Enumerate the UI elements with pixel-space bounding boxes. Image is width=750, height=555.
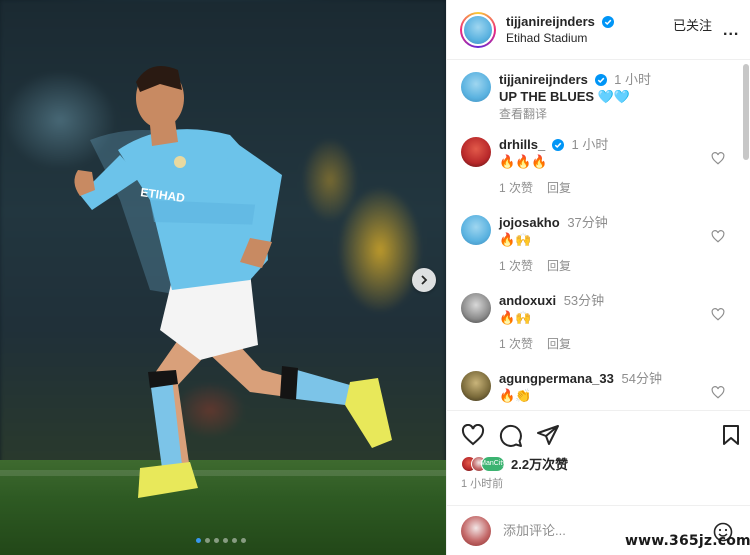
comment-text: 🔥🔥🔥 — [499, 154, 548, 169]
following-button[interactable]: 已关注 — [673, 15, 712, 34]
comment-username[interactable]: jojosakho — [499, 215, 560, 230]
caption-text: UP THE BLUES 🩵🩵 — [499, 89, 631, 104]
reply-button[interactable]: 回复 — [547, 337, 571, 351]
comment-item: andoxuxi 53分钟 🔥🙌 1 次赞 回复 — [461, 292, 741, 353]
player-photo: ETIHAD — [74, 66, 392, 498]
see-translation-link[interactable]: 查看翻译 — [499, 106, 719, 123]
post-caption: tijjanireijnders 1 小时 UP THE BLUES 🩵🩵 查看… — [461, 71, 741, 123]
author-avatar[interactable] — [460, 11, 496, 48]
author-username[interactable]: tijjanireijnders — [506, 14, 595, 29]
comment-like-count[interactable]: 1 次赞 — [499, 181, 533, 195]
share-send-icon[interactable] — [536, 424, 560, 446]
comment-bubble-icon[interactable] — [499, 424, 523, 448]
more-options-icon[interactable]: ... — [723, 22, 739, 40]
carousel-dot — [232, 538, 237, 543]
verified-badge-icon — [602, 15, 615, 28]
comment-like-count[interactable]: 1 次赞 — [499, 337, 533, 351]
commenter-avatar[interactable] — [461, 371, 491, 401]
post-location[interactable]: Etihad Stadium — [506, 30, 614, 46]
post-header: tijjanireijnders Etihad Stadium 已关注 ... — [447, 0, 750, 60]
watermark: www.365jz.com — [625, 533, 750, 549]
comment-time: 54分钟 — [621, 371, 662, 386]
like-count[interactable]: 2.2万次赞 — [511, 454, 568, 473]
like-comment-heart-icon[interactable] — [711, 152, 725, 165]
comment-time: 37分钟 — [567, 215, 608, 230]
carousel-dots — [196, 538, 246, 543]
comment-time: 53分钟 — [563, 293, 605, 308]
carousel-dot — [196, 538, 201, 543]
comments-scrollbar[interactable] — [743, 64, 749, 160]
likes-summary: ManCity 2.2万次赞 — [461, 454, 568, 473]
carousel-dot — [223, 538, 228, 543]
comment-username[interactable]: agungpermana_33 — [499, 371, 614, 386]
chevron-right-icon — [421, 275, 428, 285]
bookmark-icon[interactable] — [722, 424, 740, 446]
comment-username[interactable]: drhills_ — [499, 137, 545, 152]
post-media: ETIHAD — [0, 0, 446, 555]
post-sidebar: tijjanireijnders Etihad Stadium 已关注 ... … — [446, 0, 750, 555]
comment-text: 🔥🙌 — [499, 232, 532, 247]
like-comment-heart-icon[interactable] — [711, 386, 725, 399]
liker-avatar[interactable]: ManCity — [480, 455, 506, 472]
comment-item: jojosakho 37分钟 🔥🙌 1 次赞 回复 — [461, 214, 741, 275]
comment-list: tijjanireijnders 1 小时 UP THE BLUES 🩵🩵 查看… — [447, 61, 750, 409]
commenter-avatar[interactable] — [461, 215, 491, 245]
carousel-dot — [205, 538, 210, 543]
comment-text: 🔥👏 — [499, 388, 532, 403]
comment-text: 🔥🙌 — [499, 310, 532, 325]
reply-button[interactable]: 回复 — [547, 259, 571, 273]
carousel-dot — [241, 538, 246, 543]
commenter-avatar[interactable] — [461, 137, 491, 167]
comment-username[interactable]: andoxuxi — [499, 293, 556, 308]
comment-time: 1 小时 — [571, 137, 609, 152]
like-heart-icon[interactable] — [461, 424, 485, 446]
current-user-avatar — [461, 515, 491, 546]
comment-item: agungpermana_33 54分钟 🔥👏 — [461, 370, 741, 404]
like-comment-heart-icon[interactable] — [711, 308, 725, 321]
next-slide-button[interactable] — [412, 268, 436, 292]
caption-username[interactable]: tijjanireijnders — [499, 72, 588, 87]
like-comment-heart-icon[interactable] — [711, 230, 725, 243]
caption-time: 1 小时 — [614, 72, 651, 87]
post-timestamp: 1 小时前 — [461, 478, 504, 490]
comment-item: drhills_ 1 小时 🔥🔥🔥 1 次赞 回复 — [461, 136, 741, 197]
commenter-avatar[interactable] — [461, 293, 491, 323]
comment-like-count[interactable]: 1 次赞 — [499, 259, 533, 273]
reply-button[interactable]: 回复 — [547, 181, 571, 195]
verified-badge-icon — [551, 139, 564, 151]
verified-badge-icon — [594, 74, 607, 86]
caption-author-avatar[interactable] — [461, 72, 491, 102]
carousel-dot — [214, 538, 219, 543]
